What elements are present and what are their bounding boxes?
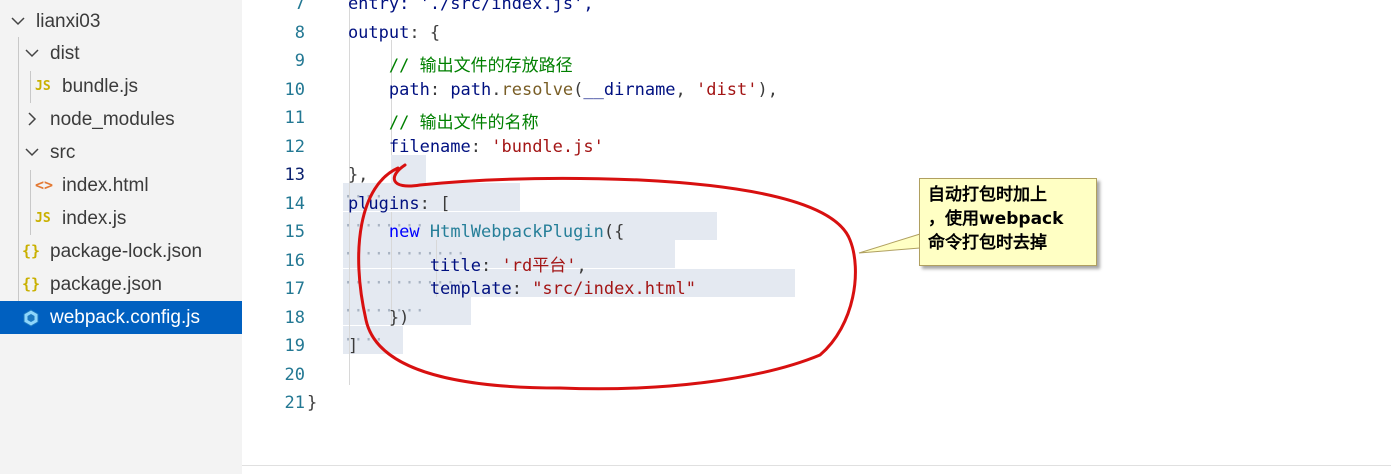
callout-pointer xyxy=(858,233,921,254)
annotation-overlay xyxy=(357,163,921,391)
annotation-line: 自动打包时加上 xyxy=(928,185,1047,205)
annotation-line: 命令打包时去掉 xyxy=(928,233,1047,253)
annotation-line: ，使用webpack xyxy=(928,209,1064,229)
annotation-note: 自动打包时加上 ，使用webpack 命令打包时去掉 xyxy=(919,178,1097,266)
red-highlight-circle xyxy=(357,163,857,391)
